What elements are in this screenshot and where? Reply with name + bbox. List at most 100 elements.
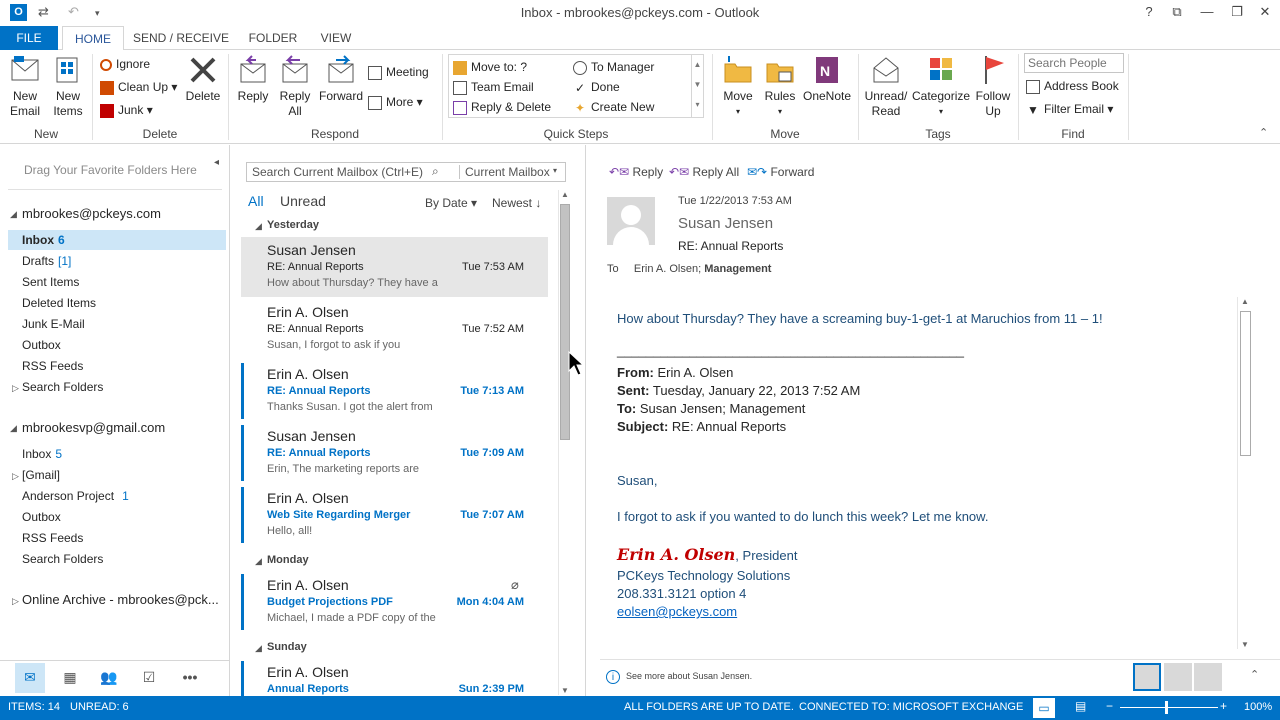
people-photo-selected[interactable] bbox=[1133, 663, 1161, 691]
message-list-scrollbar[interactable]: ▲ ▼ bbox=[558, 190, 570, 695]
ignore-button[interactable]: Ignore bbox=[100, 54, 150, 74]
reading-scrollbar[interactable]: ▲ ▼ bbox=[1237, 297, 1251, 649]
reply-all-button[interactable]: Reply All bbox=[276, 54, 314, 119]
clean-up-button[interactable]: Clean Up ▾ bbox=[100, 77, 177, 97]
account-mbrookesvp[interactable]: mbrookesvp@gmail.com bbox=[22, 420, 165, 435]
group-header-monday[interactable]: Monday bbox=[267, 554, 309, 566]
zoom-level[interactable]: 100% bbox=[1244, 701, 1272, 713]
scroll-up-icon[interactable]: ▲ bbox=[561, 190, 569, 199]
zoom-slider-thumb[interactable] bbox=[1165, 701, 1168, 714]
folder-sent-items[interactable]: Sent Items bbox=[22, 272, 79, 292]
folder-deleted-items[interactable]: Deleted Items bbox=[22, 293, 96, 313]
account-mbrookes[interactable]: mbrookes@pckeys.com bbox=[22, 206, 161, 221]
folder-expand-icon[interactable]: ▷ bbox=[12, 596, 19, 607]
zoom-out-icon[interactable]: − bbox=[1106, 699, 1113, 713]
folder-expand-icon[interactable]: ▷ bbox=[12, 383, 19, 394]
folder-gmail[interactable]: [Gmail] bbox=[22, 465, 60, 485]
search-scope-dropdown[interactable]: Current Mailbox bbox=[465, 165, 550, 179]
close-button[interactable]: ✕ bbox=[1254, 3, 1276, 21]
tab-file[interactable]: FILE bbox=[0, 26, 58, 50]
signature-email-link[interactable]: eolsen@pckeys.com bbox=[617, 604, 737, 619]
account-expand-icon[interactable]: ◢ bbox=[10, 423, 17, 434]
account-expand-icon[interactable]: ◢ bbox=[10, 209, 17, 220]
scroll-down-icon[interactable]: ▼ bbox=[561, 686, 569, 695]
tab-folder[interactable]: FOLDER bbox=[244, 26, 302, 50]
reading-reply-all-button[interactable]: ↶✉ Reply All bbox=[669, 165, 739, 179]
quick-step-reply-delete[interactable]: Reply & Delete bbox=[453, 97, 551, 117]
sort-order-toggle[interactable]: Newest ↓ bbox=[492, 196, 541, 210]
folder-online-archive[interactable]: Online Archive - mbrookes@pck... bbox=[22, 590, 219, 610]
list-item[interactable]: Susan Jensen RE: Annual Reports Tue 7:53… bbox=[241, 237, 548, 297]
forward-button[interactable]: Forward bbox=[318, 54, 364, 104]
minimize-button[interactable]: — bbox=[1196, 3, 1218, 21]
quick-steps-scroll[interactable]: ▲ ▼ ▾ bbox=[691, 55, 703, 117]
collapse-ribbon-icon[interactable]: ⌃ bbox=[1259, 126, 1268, 139]
restore-button[interactable]: ❐ bbox=[1226, 3, 1248, 21]
scroll-down-icon[interactable]: ▼ bbox=[1241, 640, 1249, 649]
tasks-icon[interactable]: ☑ bbox=[137, 669, 161, 689]
tab-send-receive[interactable]: SEND / RECEIVE bbox=[132, 26, 230, 50]
folder-inbox-gmail[interactable]: Inbox 5 bbox=[22, 444, 62, 464]
quick-step-team-email[interactable]: Team Email bbox=[453, 77, 534, 97]
ribbon-display-options-icon[interactable]: ⧉ bbox=[1166, 3, 1188, 21]
quick-step-move-to[interactable]: Move to: ? bbox=[453, 57, 527, 77]
list-item[interactable]: Erin A. Olsen RE: Annual Reports Tue 7:5… bbox=[241, 299, 548, 359]
quick-step-create-new[interactable]: ✦ Create New bbox=[573, 97, 654, 117]
categorize-button[interactable]: Categorize ▾ bbox=[912, 54, 970, 119]
message-sender-name[interactable]: Susan Jensen bbox=[678, 215, 773, 232]
meeting-button[interactable]: Meeting bbox=[368, 62, 429, 82]
filter-email-button[interactable]: ▼ Filter Email ▾ bbox=[1026, 99, 1113, 119]
search-input[interactable]: Search Current Mailbox (Ctrl+E) bbox=[252, 165, 423, 179]
onenote-button[interactable]: N OneNote bbox=[802, 54, 852, 104]
group-header-yesterday[interactable]: Yesterday bbox=[267, 219, 319, 231]
normal-view-icon[interactable]: ▭ bbox=[1033, 698, 1055, 718]
group-collapse-icon[interactable]: ◢ bbox=[255, 221, 262, 232]
more-respond-button[interactable]: More ▾ bbox=[368, 92, 423, 112]
people-photo[interactable] bbox=[1194, 663, 1222, 691]
search-people-input[interactable] bbox=[1024, 53, 1124, 73]
new-email-button[interactable]: New Email bbox=[6, 54, 44, 119]
more-apps-icon[interactable]: ••• bbox=[178, 669, 202, 689]
recipient[interactable]: Erin A. Olsen; bbox=[634, 263, 701, 275]
expand-people-pane-icon[interactable]: ⌃ bbox=[1250, 668, 1259, 681]
new-items-button[interactable]: New Items bbox=[48, 54, 88, 119]
scrollbar-thumb[interactable] bbox=[1240, 311, 1251, 456]
group-header-sunday[interactable]: Sunday bbox=[267, 641, 307, 653]
filter-all[interactable]: All bbox=[248, 193, 264, 209]
quick-step-to-manager[interactable]: To Manager bbox=[573, 57, 654, 77]
mail-icon[interactable]: ✉ bbox=[18, 669, 42, 689]
rules-button[interactable]: Rules ▾ bbox=[762, 54, 798, 119]
folder-junk-email[interactable]: Junk E-Mail bbox=[22, 314, 85, 334]
group-collapse-icon[interactable]: ◢ bbox=[255, 556, 262, 567]
avatar[interactable] bbox=[607, 197, 655, 245]
people-icon[interactable]: 👥 bbox=[97, 669, 121, 689]
quick-step-done[interactable]: ✓ Done bbox=[573, 77, 620, 97]
sort-by-dropdown[interactable]: By Date ▾ bbox=[425, 196, 477, 210]
folder-inbox[interactable]: Inbox 6 bbox=[8, 230, 226, 250]
collapse-folder-pane-icon[interactable]: ◂ bbox=[214, 157, 219, 168]
folder-outbox[interactable]: Outbox bbox=[22, 335, 61, 355]
search-icon[interactable]: ⌕ bbox=[432, 164, 439, 179]
recipient-group[interactable]: Management bbox=[704, 263, 771, 275]
list-item[interactable]: Erin A. Olsen ⌀ Budget Projections PDF M… bbox=[241, 572, 548, 632]
search-box[interactable]: Search Current Mailbox (Ctrl+E) ⌕ Curren… bbox=[246, 162, 566, 182]
reply-button[interactable]: Reply bbox=[234, 54, 272, 104]
chevron-down-icon[interactable]: ▾ bbox=[553, 166, 557, 175]
list-item[interactable]: Susan Jensen RE: Annual Reports Tue 7:09… bbox=[241, 423, 548, 483]
scrollbar-thumb[interactable] bbox=[560, 204, 570, 440]
list-item[interactable]: Erin A. Olsen RE: Annual Reports Tue 7:1… bbox=[241, 361, 548, 421]
junk-button[interactable]: Junk ▾ bbox=[100, 100, 153, 120]
reading-view-icon[interactable]: ▤ bbox=[1075, 699, 1086, 713]
folder-drafts[interactable]: Drafts [1] bbox=[22, 251, 71, 271]
folder-rss-feeds[interactable]: RSS Feeds bbox=[22, 356, 83, 376]
unread-read-button[interactable]: Unread/ Read bbox=[862, 54, 910, 119]
filter-unread[interactable]: Unread bbox=[280, 193, 326, 209]
follow-up-button[interactable]: Follow Up bbox=[972, 54, 1014, 119]
scroll-up-icon[interactable]: ▲ bbox=[1241, 297, 1249, 306]
tab-view[interactable]: VIEW bbox=[312, 26, 360, 50]
folder-search-folders[interactable]: Search Folders bbox=[22, 377, 103, 397]
folder-expand-icon[interactable]: ▷ bbox=[12, 471, 19, 482]
help-icon[interactable]: ? bbox=[1138, 3, 1160, 21]
group-collapse-icon[interactable]: ◢ bbox=[255, 643, 262, 654]
reading-reply-button[interactable]: ↶✉ Reply bbox=[609, 165, 663, 179]
